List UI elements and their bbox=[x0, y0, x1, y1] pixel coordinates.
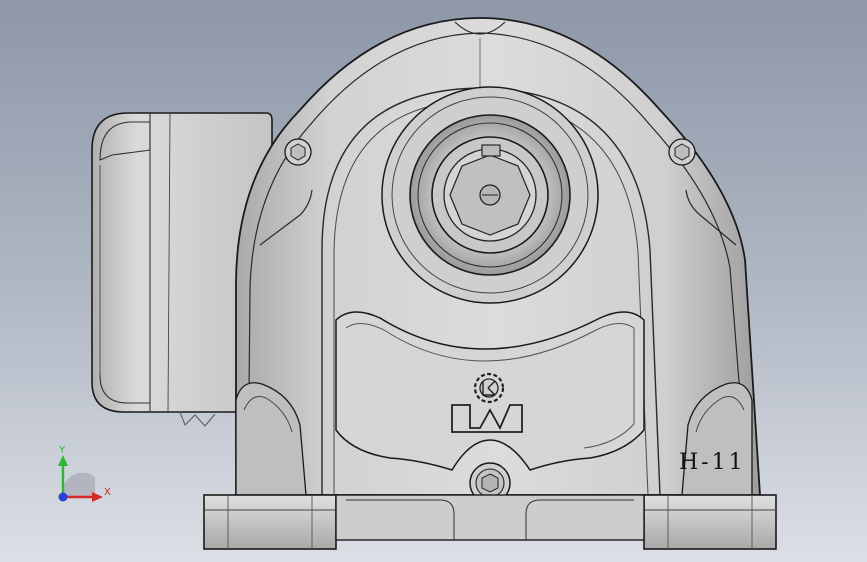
view-triad[interactable]: Y X bbox=[58, 445, 111, 502]
triad-x-label: X bbox=[104, 487, 111, 498]
triad-y-arrow bbox=[58, 455, 68, 466]
cad-viewport[interactable]: H-11 Y X bbox=[0, 0, 867, 562]
triad-x-arrow bbox=[92, 492, 103, 502]
mounting-foot-right[interactable] bbox=[643, 494, 777, 550]
part-label: H-11 bbox=[679, 450, 746, 475]
output-shaft-bore[interactable] bbox=[381, 86, 599, 304]
mounting-foot-left[interactable] bbox=[203, 494, 337, 550]
mounting-boss-left bbox=[284, 138, 312, 166]
triad-z-axis bbox=[58, 492, 68, 502]
mounting-boss-right bbox=[668, 138, 696, 166]
gearbox-model[interactable]: H-11 Y X bbox=[0, 0, 867, 562]
triad-y-label: Y bbox=[58, 445, 66, 456]
base-plate bbox=[335, 494, 645, 541]
